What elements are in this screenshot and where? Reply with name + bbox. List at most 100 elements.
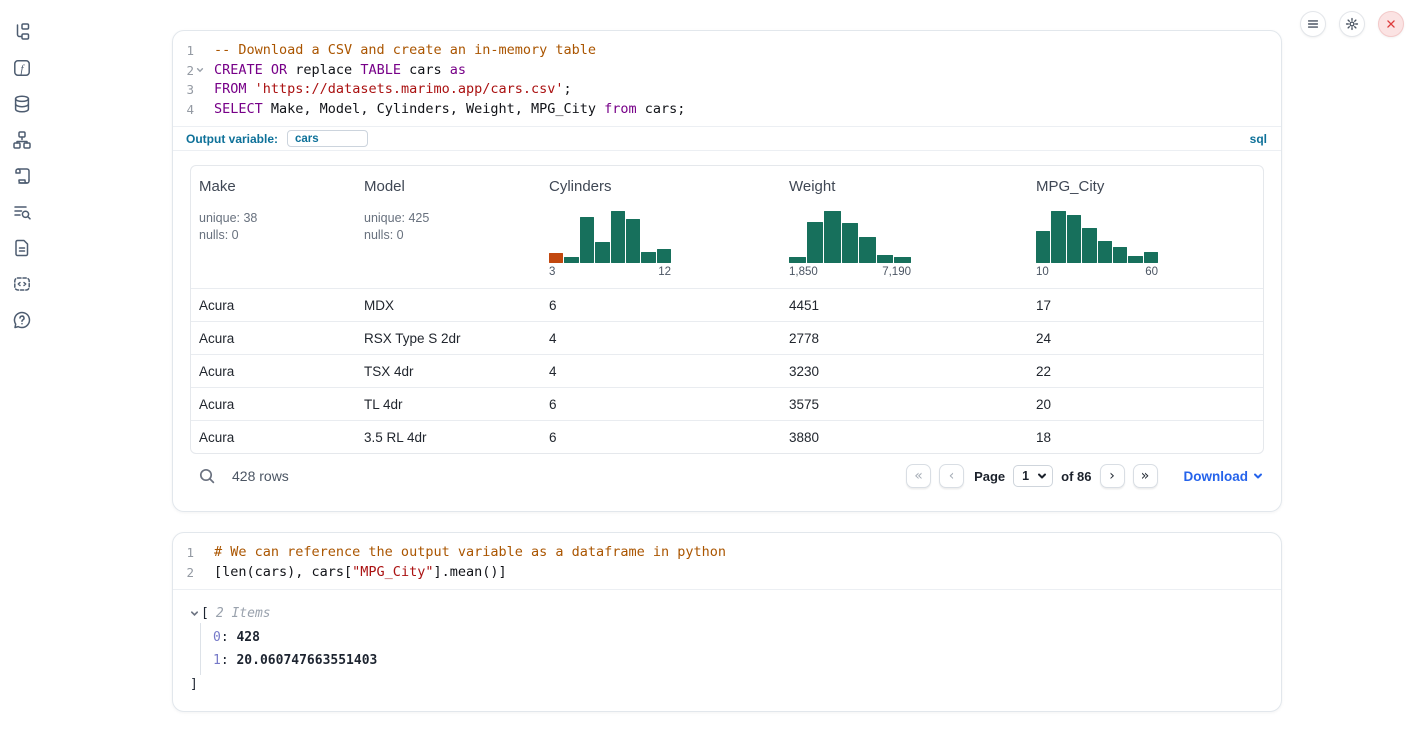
table-footer: 428 rows « ‹ Page 1 of 86 › » Download bbox=[190, 454, 1264, 498]
python-output-tree: [ 2 Items 0: 4281: 20.060747663551403 ] bbox=[173, 590, 1281, 694]
page-select-value: 1 bbox=[1022, 469, 1029, 483]
svg-text:f: f bbox=[20, 63, 25, 75]
help-question-icon[interactable] bbox=[12, 310, 32, 330]
snippets-code-icon[interactable] bbox=[12, 274, 32, 294]
pagination-controls: « ‹ Page 1 of 86 › » Download bbox=[906, 464, 1263, 488]
column-name[interactable]: Cylinders bbox=[549, 178, 773, 195]
table-row[interactable]: AcuraMDX6445117 bbox=[191, 288, 1263, 321]
code-line[interactable]: 3FROM 'https://datasets.marimo.app/cars.… bbox=[173, 80, 1281, 100]
code-line[interactable]: 1# We can reference the output variable … bbox=[173, 543, 1281, 563]
line-number: 4 bbox=[173, 100, 194, 120]
column-name[interactable]: Make bbox=[199, 178, 348, 195]
sql-table-output: Make unique: 38nulls: 0 Model unique: 425nu… bbox=[173, 151, 1281, 498]
table-cell: 18 bbox=[1028, 430, 1263, 445]
dependency-graph-icon[interactable] bbox=[12, 130, 32, 150]
column-name[interactable]: Model bbox=[364, 178, 533, 195]
next-page-button[interactable]: › bbox=[1100, 464, 1125, 488]
histogram-bar bbox=[807, 222, 824, 263]
output-variable-row: Output variable: sql bbox=[173, 126, 1281, 151]
search-icon[interactable] bbox=[198, 467, 216, 485]
table-cell: Acura bbox=[191, 364, 356, 379]
outline-tree-icon[interactable] bbox=[12, 22, 32, 42]
column-header-weight[interactable]: Weight1,8507,190 bbox=[781, 166, 1028, 288]
last-page-button[interactable]: » bbox=[1133, 464, 1158, 488]
column-header-make[interactable]: Make unique: 38nulls: 0 bbox=[191, 166, 356, 288]
histogram-bar bbox=[1051, 211, 1065, 263]
histogram-bar bbox=[1082, 228, 1096, 263]
code-text: CREATE OR replace TABLE cars as bbox=[205, 61, 466, 81]
python-cell: 1# We can reference the output variable … bbox=[172, 532, 1282, 712]
page-select[interactable]: 1 bbox=[1013, 465, 1053, 487]
table-cell: RSX Type S 2dr bbox=[356, 331, 541, 346]
histogram-bar bbox=[641, 252, 655, 263]
output-variable-input[interactable] bbox=[287, 130, 368, 147]
table-row[interactable]: AcuraRSX Type S 2dr4277824 bbox=[191, 321, 1263, 354]
tree-entry: 0: 428 bbox=[213, 626, 1264, 649]
column-name[interactable]: Weight bbox=[789, 178, 1020, 195]
tree-root-line: [ 2 Items bbox=[190, 603, 1264, 623]
tree-entries: 0: 4281: 20.060747663551403 bbox=[200, 623, 1264, 675]
code-text: FROM 'https://datasets.marimo.app/cars.c… bbox=[205, 80, 572, 100]
page-label: Page bbox=[974, 469, 1005, 484]
variables-function-icon[interactable]: f bbox=[12, 58, 32, 78]
histogram-bar bbox=[842, 223, 859, 263]
menu-button[interactable] bbox=[1300, 11, 1326, 37]
column-header-model[interactable]: Model unique: 425nulls: 0 bbox=[356, 166, 541, 288]
table-row[interactable]: AcuraTL 4dr6357520 bbox=[191, 387, 1263, 420]
python-code-editor[interactable]: 1# We can reference the output variable … bbox=[173, 533, 1281, 589]
code-line[interactable]: 1-- Download a CSV and create an in-memo… bbox=[173, 41, 1281, 61]
table-cell: 4 bbox=[541, 331, 781, 346]
histogram-bar bbox=[626, 219, 640, 263]
table-header-row: Make unique: 38nulls: 0 Model unique: 425nu… bbox=[191, 166, 1263, 288]
table-cell: 4451 bbox=[781, 298, 1028, 313]
column-stats: unique: 425nulls: 0 bbox=[364, 210, 533, 243]
settings-gear-button[interactable] bbox=[1339, 11, 1365, 37]
table-row[interactable]: AcuraTSX 4dr4323022 bbox=[191, 354, 1263, 387]
fold-spacer bbox=[194, 100, 205, 120]
line-number: 2 bbox=[173, 563, 194, 583]
download-button[interactable]: Download bbox=[1184, 469, 1264, 484]
fold-spacer bbox=[194, 41, 205, 61]
table-cell: 3575 bbox=[781, 397, 1028, 412]
table-cell: 4 bbox=[541, 364, 781, 379]
code-line[interactable]: 4SELECT Make, Model, Cylinders, Weight, … bbox=[173, 100, 1281, 120]
page-total-label: of 86 bbox=[1061, 469, 1091, 484]
prev-page-button[interactable]: ‹ bbox=[939, 464, 964, 488]
histogram-bar bbox=[894, 257, 911, 263]
table-cell: Acura bbox=[191, 298, 356, 313]
table-cell: 3880 bbox=[781, 430, 1028, 445]
fold-chevron-icon[interactable] bbox=[194, 61, 205, 81]
trace-list-search-icon[interactable] bbox=[12, 202, 32, 222]
sql-code-editor[interactable]: 1-- Download a CSV and create an in-memo… bbox=[173, 31, 1281, 126]
chevron-down-icon bbox=[1253, 471, 1263, 481]
line-number: 1 bbox=[173, 543, 194, 563]
fold-spacer bbox=[194, 543, 205, 563]
table-cell: 6 bbox=[541, 397, 781, 412]
histogram-bar bbox=[1098, 241, 1112, 263]
column-stats: unique: 38nulls: 0 bbox=[199, 210, 348, 243]
table-cell: TSX 4dr bbox=[356, 364, 541, 379]
table-cell: Acura bbox=[191, 430, 356, 445]
code-line[interactable]: 2CREATE OR replace TABLE cars as bbox=[173, 61, 1281, 81]
close-button[interactable] bbox=[1378, 11, 1404, 37]
column-header-mpg_city[interactable]: MPG_City1060 bbox=[1028, 166, 1263, 288]
histogram-bar bbox=[1144, 252, 1158, 263]
table-cell: MDX bbox=[356, 298, 541, 313]
column-header-cylinders[interactable]: Cylinders312 bbox=[541, 166, 781, 288]
column-name[interactable]: MPG_City bbox=[1036, 178, 1255, 195]
table-cell: 6 bbox=[541, 298, 781, 313]
first-page-button[interactable]: « bbox=[906, 464, 931, 488]
table-cell: 3230 bbox=[781, 364, 1028, 379]
table-cell: 17 bbox=[1028, 298, 1263, 313]
tree-open-bracket: [ bbox=[201, 606, 209, 621]
language-badge-sql[interactable]: sql bbox=[1250, 132, 1267, 146]
documentation-file-icon[interactable] bbox=[12, 238, 32, 258]
table-cell: Acura bbox=[191, 331, 356, 346]
collapse-chevron-icon[interactable] bbox=[190, 609, 201, 618]
tree-items-count: 2 Items bbox=[216, 606, 271, 621]
logs-scroll-icon[interactable] bbox=[12, 166, 32, 186]
table-cell: 6 bbox=[541, 430, 781, 445]
datasources-database-icon[interactable] bbox=[12, 94, 32, 114]
table-row[interactable]: Acura3.5 RL 4dr6388018 bbox=[191, 420, 1263, 453]
code-line[interactable]: 2[len(cars), cars["MPG_City"].mean()] bbox=[173, 563, 1281, 583]
